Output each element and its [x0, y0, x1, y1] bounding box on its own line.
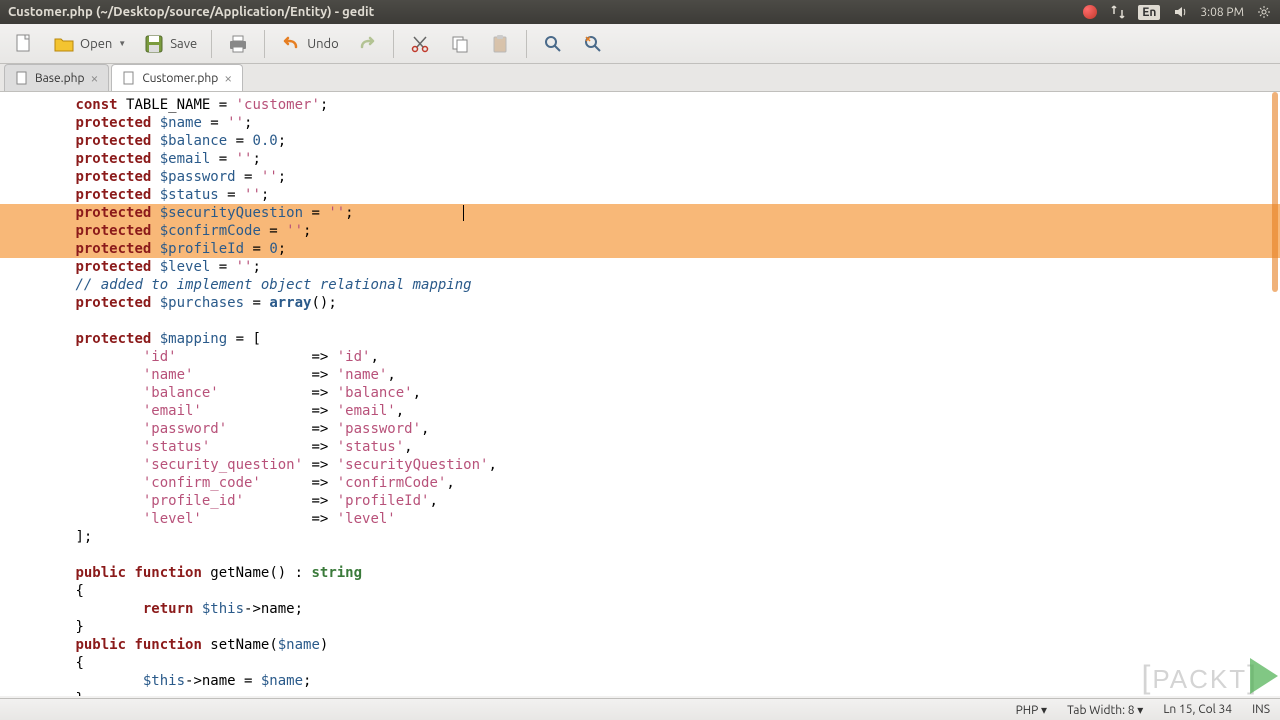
close-icon[interactable]: ×	[90, 70, 98, 86]
new-file-icon	[12, 32, 36, 56]
status-language[interactable]: PHP ▾	[1016, 703, 1048, 717]
language-indicator[interactable]: En	[1138, 5, 1160, 20]
status-position: Ln 15, Col 34	[1163, 703, 1232, 717]
cut-button[interactable]	[402, 28, 438, 60]
find-replace-icon	[581, 32, 605, 56]
open-label: Open	[80, 37, 112, 51]
tab-label: Base.php	[35, 72, 84, 85]
undo-icon	[279, 32, 303, 56]
new-button[interactable]	[6, 28, 42, 60]
scrollbar[interactable]	[1272, 92, 1278, 292]
save-button[interactable]: Save	[136, 28, 203, 60]
toolbar: Open ▼ Save Undo	[0, 24, 1280, 64]
file-icon	[15, 71, 29, 85]
statusbar: PHP ▾ Tab Width: 8 ▾ Ln 15, Col 34 INS	[0, 698, 1280, 720]
paste-button[interactable]	[482, 28, 518, 60]
watermark: [PACKT]	[1141, 659, 1258, 696]
volume-icon[interactable]	[1172, 4, 1188, 20]
tab-customer-php[interactable]: Customer.php ×	[111, 64, 243, 91]
status-insert-mode[interactable]: INS	[1252, 703, 1270, 717]
save-label: Save	[170, 37, 197, 51]
menubar: Customer.php (~/Desktop/source/Applicati…	[0, 0, 1280, 24]
close-icon[interactable]: ×	[224, 70, 232, 86]
tab-base-php[interactable]: Base.php ×	[4, 64, 109, 91]
find-replace-button[interactable]	[575, 28, 611, 60]
open-button[interactable]: Open ▼	[46, 28, 132, 60]
record-icon[interactable]	[1082, 4, 1098, 20]
redo-button[interactable]	[349, 28, 385, 60]
save-icon	[142, 32, 166, 56]
window-title: Customer.php (~/Desktop/source/Applicati…	[8, 5, 374, 19]
paste-icon	[488, 32, 512, 56]
copy-button[interactable]	[442, 28, 478, 60]
tab-label: Customer.php	[142, 72, 218, 85]
folder-open-icon	[52, 32, 76, 56]
scissors-icon	[408, 32, 432, 56]
clock[interactable]: 3:08 PM	[1200, 6, 1244, 19]
gear-icon[interactable]	[1256, 4, 1272, 20]
print-icon	[226, 32, 250, 56]
play-icon	[1250, 658, 1278, 694]
copy-icon	[448, 32, 472, 56]
redo-icon	[355, 32, 379, 56]
file-icon	[122, 71, 136, 85]
menubar-indicators: En 3:08 PM	[1082, 4, 1272, 20]
find-button[interactable]	[535, 28, 571, 60]
network-icon[interactable]	[1110, 4, 1126, 20]
status-tabwidth[interactable]: Tab Width: 8 ▾	[1067, 703, 1143, 717]
chevron-down-icon: ▼	[118, 39, 126, 48]
undo-label: Undo	[307, 37, 339, 51]
tab-bar: Base.php × Customer.php ×	[0, 64, 1280, 92]
search-icon	[541, 32, 565, 56]
undo-button[interactable]: Undo	[273, 28, 345, 60]
print-button[interactable]	[220, 28, 256, 60]
editor-area[interactable]: const TABLE_NAME = 'customer'; protected…	[0, 92, 1280, 696]
